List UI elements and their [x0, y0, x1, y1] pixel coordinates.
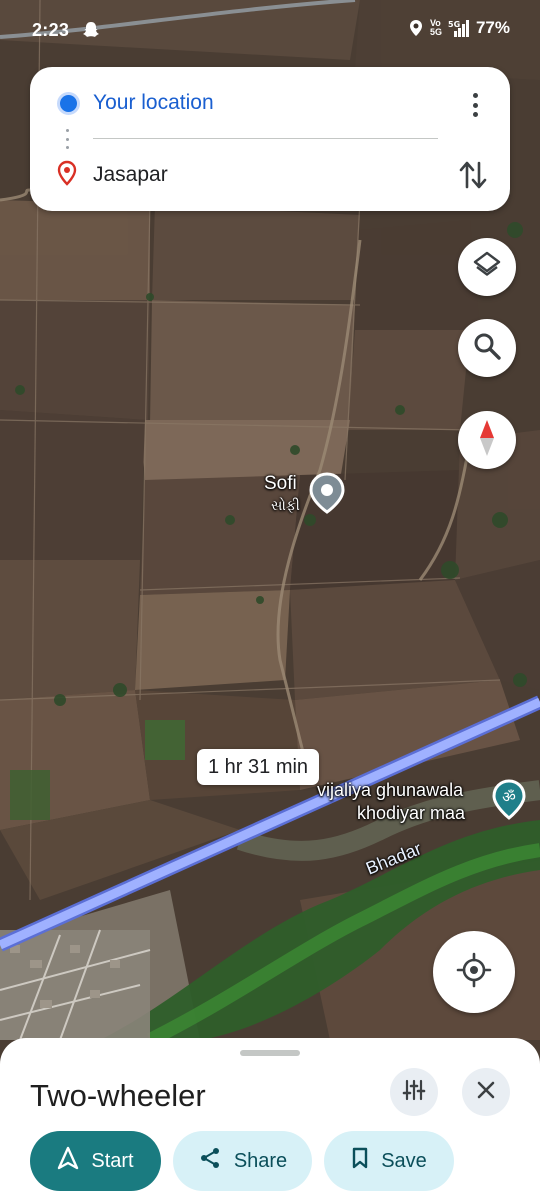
travel-mode-title: Two-wheeler — [30, 1078, 206, 1113]
svg-text:5G: 5G — [448, 20, 460, 29]
more-vert-icon[interactable] — [466, 93, 484, 117]
route-bottom-sheet: Two-wheeler Start Share Save — [0, 1038, 540, 1200]
start-label: Start — [91, 1149, 134, 1172]
route-eta-chip[interactable]: 1 hr 31 min — [197, 749, 320, 785]
village — [0, 929, 151, 1041]
share-button[interactable]: Share — [173, 1131, 312, 1191]
search-icon — [472, 331, 502, 366]
route-options-button[interactable] — [390, 1068, 438, 1116]
tune-icon — [402, 1078, 426, 1107]
route-connector — [66, 129, 69, 149]
origin-row[interactable]: Your location — [30, 83, 510, 123]
status-bar: 2:23 Vo 5G 5G 77% — [0, 0, 540, 62]
battery-level: 77% — [475, 18, 510, 37]
place-label-temple-line2[interactable]: khodiyar maa — [357, 803, 465, 824]
my-location-button[interactable] — [433, 931, 515, 1013]
start-button[interactable]: Start — [30, 1131, 161, 1191]
search-button[interactable] — [458, 319, 516, 377]
sheet-drag-handle[interactable] — [240, 1050, 300, 1056]
svg-text:ॐ: ॐ — [502, 788, 516, 806]
place-label-sofi[interactable]: Sofi — [264, 473, 297, 495]
place-label-temple[interactable]: vijaliya ghunawala — [317, 780, 463, 801]
compass-button[interactable] — [458, 411, 516, 469]
network-label: Vo 5G — [429, 18, 442, 37]
destination-text[interactable]: Jasapar — [93, 163, 168, 187]
bookmark-icon — [351, 1147, 369, 1175]
place-label-sofi-local[interactable]: સોફી — [271, 497, 300, 514]
share-icon — [198, 1146, 222, 1176]
signal-icon: 5G — [448, 19, 470, 37]
compass-icon — [477, 419, 497, 462]
location-icon — [408, 19, 424, 37]
layers-icon — [472, 250, 502, 285]
my-location-icon — [456, 952, 492, 993]
directions-card: Your location Jasapar — [30, 67, 510, 211]
navigation-icon — [57, 1146, 79, 1176]
status-time: 2:23 — [32, 20, 70, 40]
status-indicators: Vo 5G 5G 77% — [408, 18, 510, 38]
share-label: Share — [233, 1149, 288, 1172]
destination-row[interactable]: Jasapar — [30, 155, 510, 195]
close-icon — [476, 1080, 496, 1105]
your-location-dot-icon — [57, 91, 80, 115]
divider — [93, 138, 438, 139]
snapchat-icon — [82, 21, 100, 44]
swap-icon[interactable] — [458, 159, 488, 196]
close-button[interactable] — [462, 1068, 510, 1116]
destination-pin-icon — [57, 160, 77, 191]
origin-text[interactable]: Your location — [93, 91, 214, 115]
save-button[interactable]: Save — [324, 1131, 454, 1191]
save-label: Save — [381, 1149, 427, 1172]
layers-button[interactable] — [458, 238, 516, 296]
